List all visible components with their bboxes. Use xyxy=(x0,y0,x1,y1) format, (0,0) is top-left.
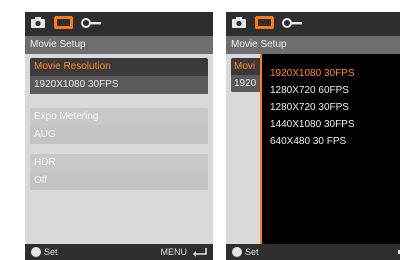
back-arrow-icon[interactable] xyxy=(193,247,207,257)
resolution-dropdown-screen: Movie Setup Movi 1920 1920X1080 30FPS 12… xyxy=(226,12,400,260)
menu-item-value: AUG xyxy=(30,126,208,144)
dropdown-option[interactable]: 1440X1080 30FPS xyxy=(270,118,355,132)
menu-item-expo-metering[interactable]: Expo Metering AUG xyxy=(30,108,208,144)
wrench-icon[interactable] xyxy=(282,17,302,29)
dropdown-option[interactable]: 1920X1080 30FPS xyxy=(270,67,355,81)
dropdown-option[interactable]: 1280X720 30FPS xyxy=(270,101,349,115)
mode-tab-bar xyxy=(226,12,400,36)
movie-icon[interactable] xyxy=(54,16,73,29)
camera-icon[interactable] xyxy=(31,17,45,28)
menu-hint-label: MENU xyxy=(160,247,188,257)
set-hint-label: Set xyxy=(245,247,259,257)
ok-button-icon xyxy=(232,247,242,257)
movie-setup-screen: Movie Setup Movie Resolution 1920X1080 3… xyxy=(25,12,213,260)
menu-item-movie-resolution[interactable]: Movie Resolution 1920X1080 30FPS xyxy=(30,58,208,94)
wrench-icon[interactable] xyxy=(81,17,101,29)
bottom-hint-bar: Set MENU xyxy=(25,244,213,260)
menu-item-value: 1920X1080 30FPS xyxy=(30,76,208,94)
dropdown-option[interactable]: 640X480 30 FPS xyxy=(270,135,346,149)
menu-item-label: Movi xyxy=(234,61,256,72)
menu-item-label: Expo Metering xyxy=(34,111,99,122)
page-title: Movie Setup xyxy=(25,36,213,54)
menu-item-value: Off xyxy=(30,172,208,190)
dropdown-option[interactable]: 1280X720 60FPS xyxy=(270,84,349,98)
resolution-dropdown: 1920X1080 30FPS 1280X720 60FPS 1280X720 … xyxy=(260,54,400,244)
menu-item-label: HDR xyxy=(34,157,56,168)
camera-icon[interactable] xyxy=(232,17,246,28)
bottom-hint-bar: Set xyxy=(226,244,400,260)
page-title: Movie Setup xyxy=(226,36,400,54)
menu-item-label: Movie Resolution xyxy=(34,61,111,72)
ok-button-icon xyxy=(31,247,41,257)
menu-item-hdr[interactable]: HDR Off xyxy=(30,154,208,190)
mode-tab-bar xyxy=(25,12,213,36)
set-hint-label: Set xyxy=(44,247,58,257)
movie-icon[interactable] xyxy=(255,16,274,29)
